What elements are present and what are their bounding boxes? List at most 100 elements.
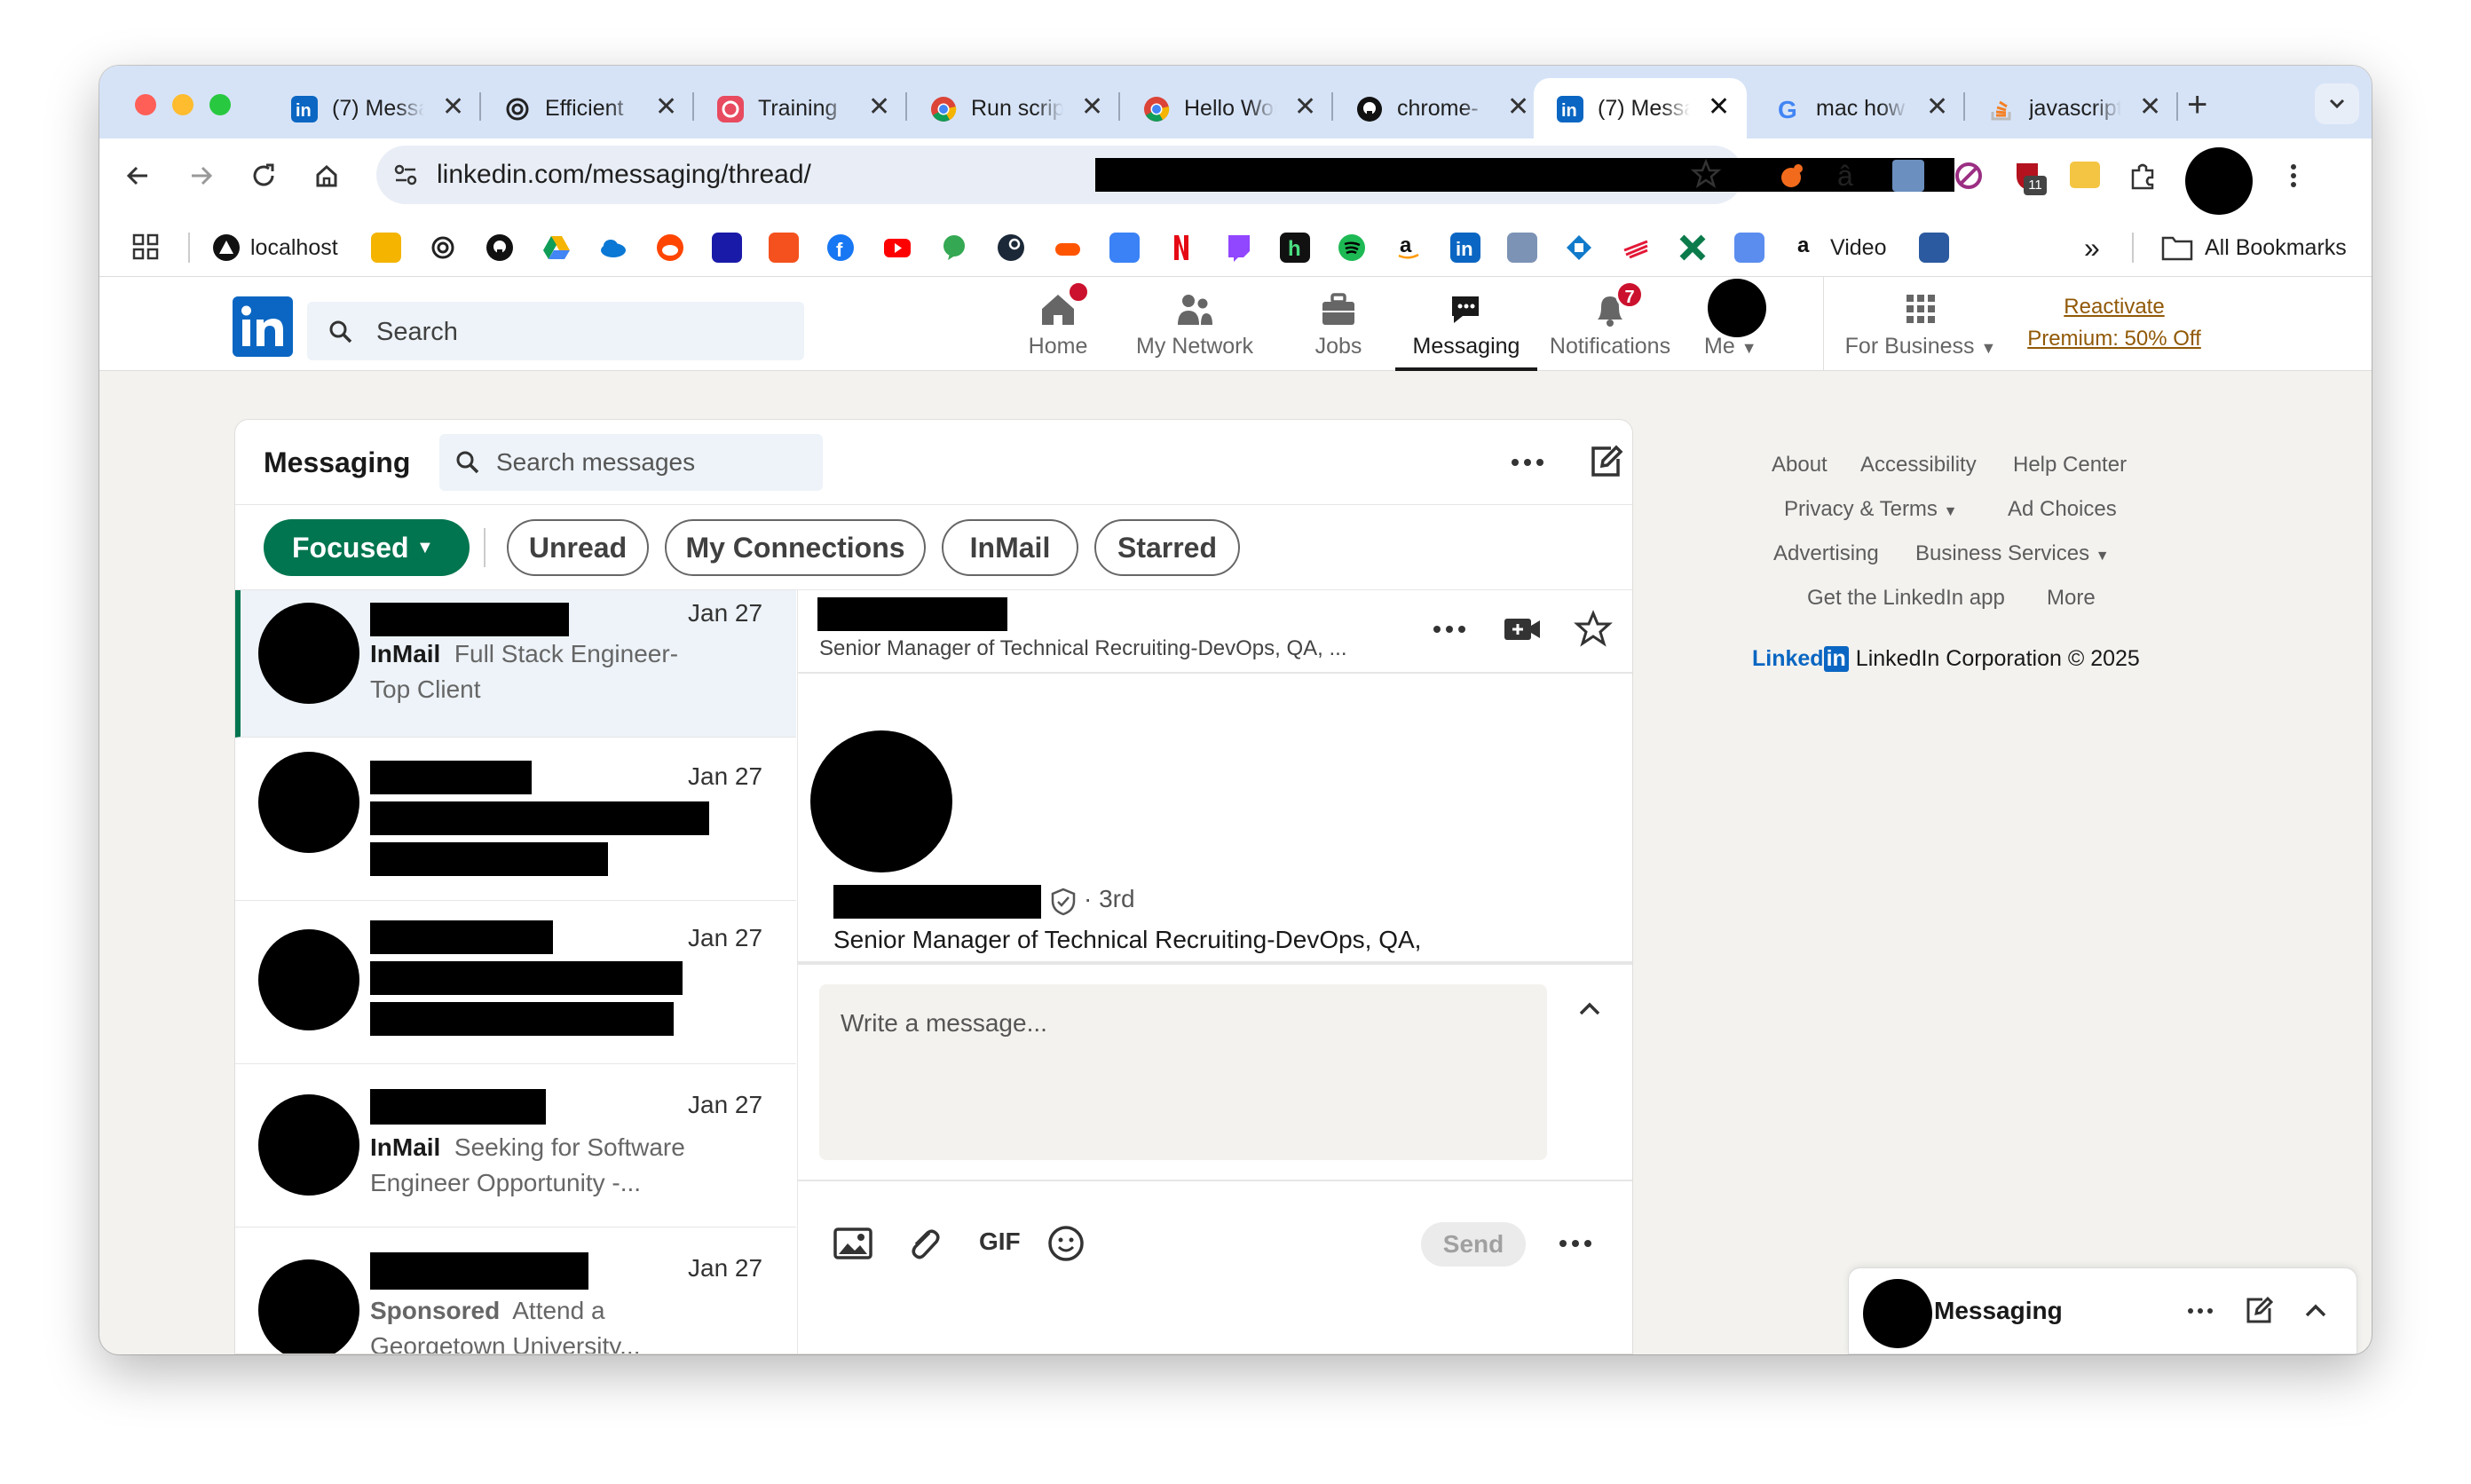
filter-my-connections-button[interactable]: My Connections (665, 519, 926, 576)
close-tab-icon[interactable]: ✕ (442, 94, 464, 121)
close-tab-icon[interactable]: ✕ (868, 94, 890, 121)
openai-bookmark-icon[interactable] (428, 233, 458, 263)
minimize-window-button[interactable] (172, 94, 193, 115)
nav-home[interactable]: Home (1005, 277, 1111, 371)
search-messages-input[interactable]: Search messages (439, 434, 823, 491)
video-call-icon[interactable] (1501, 608, 1543, 651)
amazon-video-bookmark-icon[interactable]: a (1791, 233, 1821, 263)
facebook-bookmark-icon[interactable]: f (825, 233, 856, 263)
chevron-up-icon[interactable] (2298, 1293, 2333, 1329)
linkedin-bookmark-icon[interactable]: in (1450, 233, 1480, 263)
nav-messaging[interactable]: Messaging (1395, 277, 1537, 371)
new-tab-button[interactable]: + (2187, 85, 2207, 124)
close-tab-icon[interactable]: ✕ (655, 94, 677, 121)
bookmark-star-icon[interactable] (1688, 156, 1724, 192)
close-window-button[interactable] (135, 94, 156, 115)
all-bookmarks[interactable]: All Bookmarks (2205, 233, 2347, 263)
bookmarks-overflow-icon[interactable]: » (2084, 233, 2100, 263)
extension-icon[interactable]: â (1837, 158, 1853, 193)
netflix-bookmark-icon[interactable] (1166, 233, 1196, 263)
bookmark-icon[interactable] (1109, 233, 1140, 263)
filter-inmail-button[interactable]: InMail (942, 519, 1078, 576)
close-tab-icon[interactable]: ✕ (1081, 94, 1103, 121)
amazon-bookmark-icon[interactable]: a (1393, 233, 1424, 263)
github-bookmark-icon[interactable] (485, 233, 515, 263)
image-icon[interactable] (832, 1222, 874, 1265)
extension-icon[interactable] (1892, 160, 1924, 192)
tab-search-button[interactable] (2315, 83, 2359, 124)
filter-starred-button[interactable]: Starred (1094, 519, 1240, 576)
forward-icon[interactable] (181, 156, 220, 195)
more-horizontal-icon[interactable] (1506, 441, 1549, 484)
browser-tab[interactable]: Hello World ✕ (1120, 78, 1326, 138)
boa-bookmark-icon[interactable] (1621, 233, 1651, 263)
reload-icon[interactable] (245, 156, 284, 195)
nav-notifications[interactable]: 7 Notifications (1539, 277, 1681, 371)
block-extension-icon[interactable] (1951, 158, 1986, 193)
bookmark-localhost[interactable]: localhost (250, 233, 338, 263)
gif-button[interactable]: GIF (979, 1227, 1021, 1256)
nav-for-business[interactable]: For Business ▼ (1841, 277, 2001, 371)
linkedin-logo[interactable] (233, 296, 293, 357)
site-settings-icon[interactable] (389, 158, 422, 192)
h-bookmark-icon[interactable]: h (1280, 233, 1310, 263)
profile-avatar-large[interactable] (810, 730, 952, 872)
spotify-bookmark-icon[interactable] (1337, 233, 1367, 263)
conversation-item[interactable]: Jan 27 (235, 738, 796, 901)
conversation-item[interactable]: Jan 27 (235, 901, 796, 1064)
send-button[interactable]: Send (1421, 1222, 1526, 1267)
close-tab-icon[interactable]: ✕ (1294, 94, 1316, 121)
onedrive-bookmark-icon[interactable] (598, 233, 628, 263)
m-bookmark-icon[interactable] (712, 233, 742, 263)
filter-unread-button[interactable]: Unread (507, 519, 649, 576)
chat-bookmark-icon[interactable] (939, 233, 969, 263)
chevron-up-icon[interactable] (1572, 991, 1607, 1027)
star-icon[interactable] (1572, 608, 1614, 651)
footer-about-link[interactable]: About (1772, 453, 1828, 478)
bookmark-icon[interactable] (1678, 233, 1708, 263)
ublock-extension-icon[interactable]: 11 (2009, 158, 2047, 195)
nav-jobs[interactable]: Jobs (1285, 277, 1392, 371)
browser-tab[interactable]: Training ✕ (694, 78, 900, 138)
css-extension-icon[interactable] (2070, 162, 2100, 188)
filter-focused-button[interactable]: Focused ▼ (264, 519, 470, 576)
close-tab-icon[interactable]: ✕ (1926, 94, 1948, 121)
emoji-icon[interactable] (1045, 1222, 1087, 1265)
browser-tab[interactable]: javascript ✕ (1965, 78, 2171, 138)
attachment-icon[interactable] (903, 1222, 945, 1265)
conversation-item[interactable]: Jan 27 InMail Seeking for Software Engin… (235, 1064, 796, 1227)
apps-grid-icon[interactable] (130, 231, 162, 263)
steam-bookmark-icon[interactable] (996, 233, 1026, 263)
home-icon[interactable] (307, 156, 346, 195)
linkedin-search-input[interactable]: Search (307, 302, 804, 360)
footer-get-app-link[interactable]: Get the LinkedIn app (1807, 586, 2005, 611)
reddit-bookmark-icon[interactable] (655, 233, 685, 263)
footer-more-link[interactable]: More (2047, 586, 2096, 611)
browser-tab[interactable]: in (7) Messaging | LinkedIn ✕ (268, 78, 474, 138)
more-vert-icon[interactable] (2276, 158, 2311, 193)
browser-tab-active[interactable]: in (7) Messaging | LinkedIn ✕ (1534, 78, 1747, 138)
more-horizontal-icon[interactable] (2183, 1293, 2218, 1329)
browser-tab[interactable]: Run script ✕ (907, 78, 1113, 138)
soundcloud-bookmark-icon[interactable] (1053, 233, 1083, 263)
localhost-icon[interactable] (211, 233, 241, 263)
footer-accessibility-link[interactable]: Accessibility (1860, 453, 1977, 478)
footer-advertising-link[interactable]: Advertising (1773, 541, 1879, 566)
bookmark-icon[interactable] (1734, 233, 1764, 263)
close-tab-icon[interactable]: ✕ (1507, 94, 1529, 121)
messaging-overlay[interactable]: Messaging (1848, 1267, 2357, 1354)
profile-avatar[interactable] (2185, 147, 2253, 215)
more-horizontal-icon[interactable] (1428, 608, 1471, 651)
conversation-item[interactable]: Jan 27 Sponsored Attend a Georgetown Uni… (235, 1227, 796, 1354)
back-icon[interactable] (119, 156, 158, 195)
bookmark-icon[interactable] (1919, 233, 1949, 263)
browser-tab[interactable]: Efficient ✕ (481, 78, 687, 138)
twitch-bookmark-icon[interactable] (1223, 233, 1253, 263)
extension-icon[interactable] (1773, 158, 1809, 193)
nav-my-network[interactable]: My Network (1115, 277, 1275, 371)
footer-privacy-link[interactable]: Privacy & Terms ▼ (1784, 497, 1957, 522)
t-bookmark-icon[interactable] (769, 233, 799, 263)
footer-business-services-link[interactable]: Business Services ▼ (1915, 541, 2110, 566)
message-input[interactable]: Write a message... (819, 984, 1547, 1160)
footer-ad-choices-link[interactable]: Ad Choices (2008, 497, 2117, 522)
